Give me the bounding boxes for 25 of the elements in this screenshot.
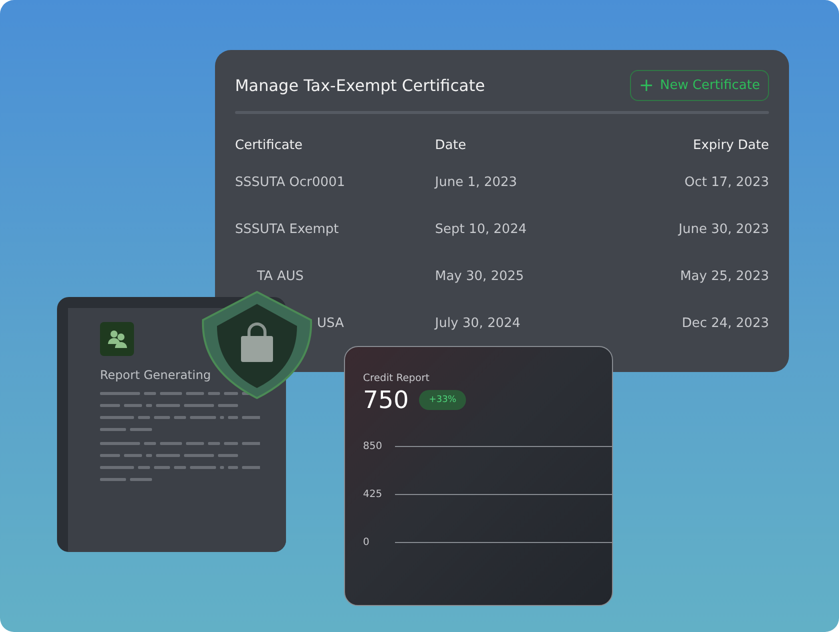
axis-label: 850 [363,440,384,452]
column-header: Expiry Date [692,137,769,155]
people-icon [100,322,134,356]
axis-label: 0 [363,536,370,548]
table-cell-text: Oct 17, 2023 [684,174,769,192]
table-cell-text: Sept 10, 2024 [435,221,528,239]
card-title: Manage Tax-Exempt Certificate [235,76,485,95]
table-cell-text: June 30, 2023 [677,221,769,239]
credit-score: 750 [363,386,409,414]
axis-label: 425 [363,488,384,500]
table-cell-text: SSSUTA Ocr0001 [235,174,346,192]
credit-title: Credit Report [363,373,430,384]
table-cell-text: USA [316,315,345,333]
column-header: Date [435,137,468,155]
table-cell-text: July 30, 2024 [435,315,522,333]
report-title: Report Generating [100,368,212,382]
table-cell-text: Dec 24, 2023 [680,315,769,333]
table-cell-text: TA AUS [256,268,305,286]
table-cell-text: June 1, 2023 [435,174,518,192]
new-certificate-button[interactable]: + New Certificate [630,70,769,101]
change-badge: +33% [418,390,466,410]
table-cell-text: May 25, 2023 [679,268,769,286]
table-cell-text: May 30, 2025 [435,268,525,286]
table-cell-text: SSSUTA Exempt [235,221,340,239]
column-header: Certificate [235,137,304,155]
